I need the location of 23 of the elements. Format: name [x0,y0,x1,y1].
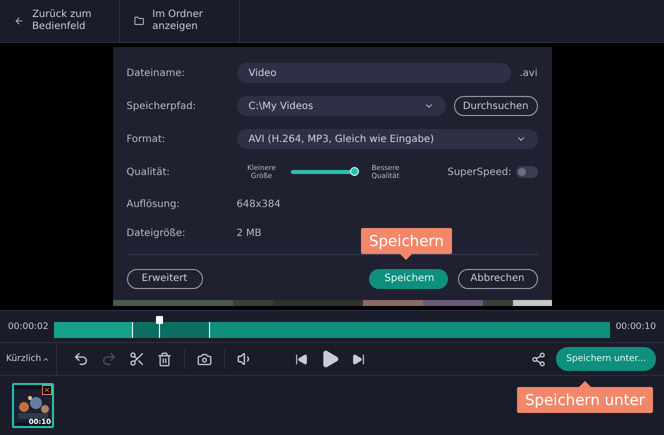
save-as-button[interactable]: Speichern unter... [556,347,656,372]
format-dropdown[interactable]: AVI (H.264, MP3, Gleich wie Eingabe) [236,129,538,150]
cancel-button[interactable]: Abbrechen [458,268,538,289]
field-label: Format: [126,134,166,145]
end-time: 00:00:10 [616,322,656,332]
field-label: Qualität: [126,166,171,178]
start-time: 00:00:02 [8,322,48,332]
info-label: Dateigröße: [126,228,186,239]
filename-field[interactable]: Video [236,63,512,84]
top-bar-button[interactable]: Im Ordner anzeigen [120,0,240,42]
field-label: Dateiname: [126,68,186,79]
recent-button[interactable]: Kürzlich [0,343,57,375]
info-value: 648x384 [236,198,282,210]
info-value: 2 MB [236,228,263,239]
field-label: Speicherpfad: [126,100,197,112]
extension-text: .avi [519,68,538,79]
browse-button[interactable]: Durchsuchen [454,96,538,116]
top-bar-button[interactable]: Zurück zum Bedienfeld [0,0,120,42]
info-label: Auflösung: [126,198,181,210]
path-dropdown[interactable]: C:\My Videos [236,96,446,116]
superspeed-label: SuperSpeed: [447,166,512,178]
save-button[interactable]: Speichern [368,268,448,289]
advanced-button[interactable]: Erweitert [126,268,202,289]
